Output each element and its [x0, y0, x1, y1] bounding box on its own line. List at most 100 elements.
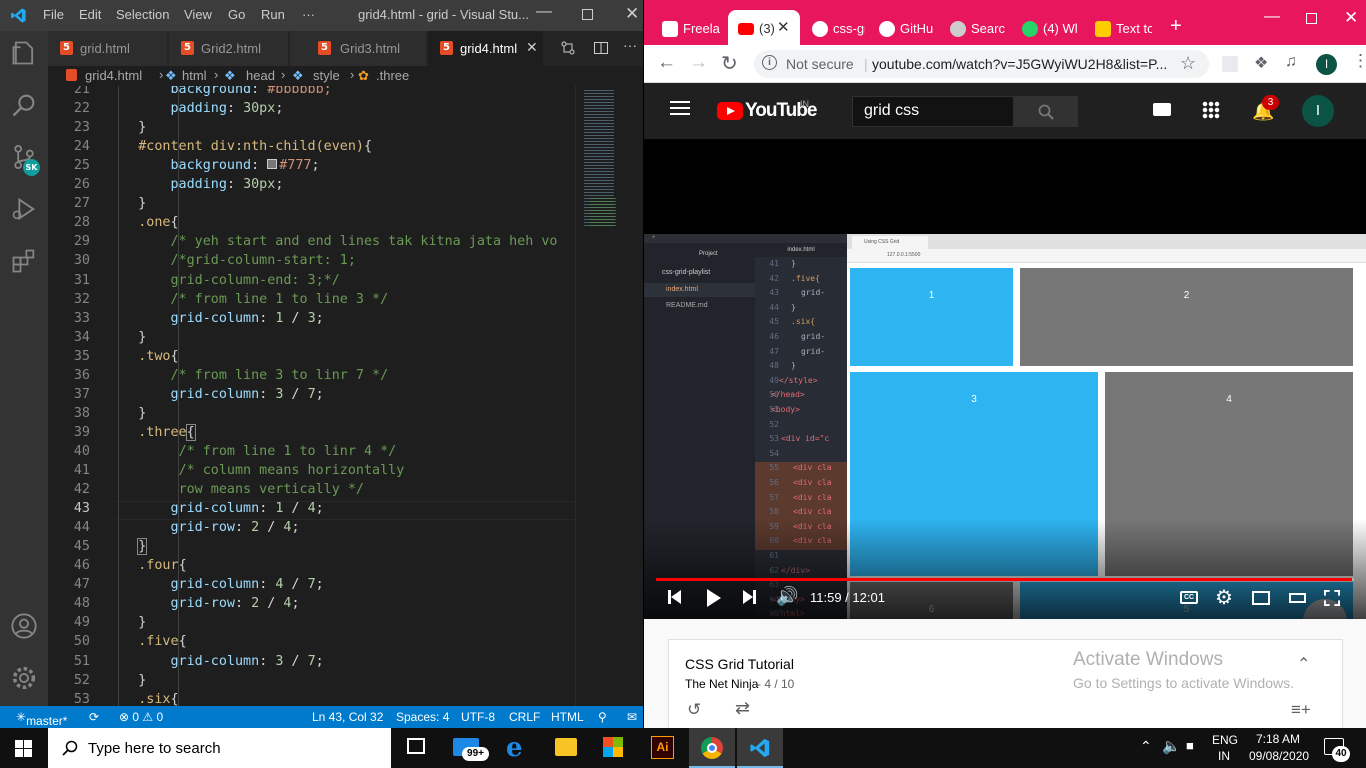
loop-icon[interactable]: ↺ — [687, 700, 701, 720]
code-line[interactable]: grid-column: 3 / 7; — [106, 654, 324, 669]
problems-status[interactable]: ⊗ 0 ⚠ 0 — [119, 710, 163, 724]
close-button[interactable]: ✕ — [1344, 8, 1358, 28]
youtube-search-button[interactable] — [1014, 96, 1078, 127]
address-bar[interactable]: i Not secure | youtube.com/watch?v=J5GWy… — [754, 50, 1209, 78]
extensions-icon[interactable] — [10, 247, 38, 275]
tab-grid3-html[interactable]: 5 Grid3.html — [290, 31, 427, 66]
extensions-puzzle-icon[interactable]: ❖ — [1254, 53, 1268, 73]
youtube-search-input[interactable]: grid css — [852, 96, 1014, 127]
input-language[interactable]: ENG — [1212, 733, 1238, 747]
tab-close-icon[interactable]: ✕ — [526, 39, 538, 56]
apps-grid-icon[interactable] — [1202, 101, 1220, 119]
tab-grid4-html[interactable]: 5 grid4.html ✕ — [428, 31, 544, 66]
tab-youtube[interactable]: (3) ✕ — [728, 10, 800, 45]
illustrator-icon[interactable]: Ai — [651, 736, 674, 759]
breadcrumb-file[interactable]: grid4.html — [85, 68, 142, 83]
encoding-status[interactable]: UTF-8 — [461, 710, 495, 724]
code-line[interactable]: padding: 30px; — [106, 177, 284, 192]
code-line[interactable]: padding: 30px; — [106, 101, 284, 116]
maximize-button[interactable] — [1306, 13, 1317, 24]
tab-freelancer[interactable]: Freela — [652, 14, 728, 44]
sync-icon[interactable]: ⟳ — [89, 710, 99, 724]
code-line[interactable]: .three{ — [106, 423, 196, 441]
clock-time[interactable]: 7:18 AM — [1256, 732, 1300, 746]
explorer-icon[interactable] — [10, 39, 38, 67]
media-control-icon[interactable]: ♫ — [1285, 53, 1297, 71]
code-line[interactable]: /* from line 1 to linr 4 */ — [106, 444, 397, 459]
task-view-icon[interactable] — [407, 738, 425, 754]
theater-mode-icon[interactable] — [1289, 593, 1306, 603]
tab-github[interactable]: GitHu — [869, 14, 939, 44]
chrome-taskbar-button[interactable] — [689, 728, 735, 768]
menu-view[interactable]: View — [184, 7, 212, 22]
indentation-status[interactable]: Spaces: 4 — [396, 710, 449, 724]
tab-css-grid[interactable]: css-gr — [802, 14, 868, 44]
accounts-icon[interactable] — [10, 612, 38, 640]
menu-more[interactable]: ··· — [302, 7, 315, 22]
user-avatar[interactable]: I — [1302, 95, 1334, 127]
next-icon[interactable] — [743, 590, 753, 604]
miniplayer-icon[interactable] — [1252, 591, 1270, 605]
cursor-position[interactable]: Ln 43, Col 32 — [312, 710, 383, 724]
settings-gear-icon[interactable]: ⚙ — [1215, 585, 1233, 610]
code-line[interactable]: /*grid-column-start: 1; — [106, 253, 356, 268]
taskbar-search-box[interactable]: Type here to search — [48, 728, 391, 768]
vscode-taskbar-button[interactable] — [737, 728, 783, 768]
extension-icon[interactable] — [1222, 56, 1238, 72]
eol-status[interactable]: CRLF — [509, 710, 540, 724]
code-line[interactable]: } — [106, 196, 146, 211]
info-icon[interactable]: i — [762, 55, 777, 70]
code-line[interactable]: #content div:nth-child(even){ — [106, 139, 372, 154]
youtube-logo-icon[interactable] — [717, 102, 743, 120]
tab-whatsapp[interactable]: (4) Wl — [1012, 14, 1084, 44]
code-line[interactable]: .two{ — [106, 349, 178, 364]
menu-edit[interactable]: Edit — [79, 7, 101, 22]
branch-status[interactable]: ✳ master* — [16, 710, 67, 728]
maximize-button[interactable] — [582, 9, 593, 20]
new-tab-button[interactable]: + — [1170, 15, 1182, 38]
code-line[interactable]: background: #777; — [106, 158, 320, 173]
tab-search[interactable]: Searcl — [940, 14, 1010, 44]
forward-arrow-icon[interactable]: → — [689, 52, 708, 74]
playlist-panel[interactable]: CSS Grid Tutorial The Net Ninja - 4 / 10… — [668, 639, 1343, 728]
code-line[interactable]: /* from line 3 to linr 7 */ — [106, 368, 389, 383]
code-line[interactable]: .six{ — [106, 692, 178, 706]
split-editor-icon[interactable] — [593, 40, 609, 56]
code-line[interactable]: row means vertically */ — [106, 482, 364, 497]
tab-grid-html[interactable]: 5 grid.html — [48, 31, 168, 66]
tab-grid2-html[interactable]: 5 Grid2.html — [169, 31, 289, 66]
security-label[interactable]: Not secure — [786, 56, 854, 72]
profile-avatar[interactable]: I — [1316, 54, 1337, 75]
code-line[interactable]: } — [106, 538, 148, 556]
minimize-button[interactable]: — — [536, 3, 552, 21]
notifications-icon[interactable]: ✉ — [627, 710, 637, 724]
language-mode[interactable]: HTML — [551, 710, 584, 724]
close-button[interactable]: ✕ — [625, 4, 639, 24]
menu-file[interactable]: File — [43, 7, 64, 22]
windows-start-icon[interactable] — [15, 740, 32, 757]
menu-run[interactable]: Run — [261, 7, 285, 22]
feedback-icon[interactable]: ⚲ — [598, 710, 607, 724]
create-video-icon[interactable] — [1153, 103, 1171, 116]
settings-gear-icon[interactable] — [10, 664, 38, 692]
code-line[interactable]: grid-row: 2 / 4; — [106, 596, 300, 611]
code-line[interactable]: /* from line 1 to line 3 */ — [106, 292, 389, 307]
input-region[interactable]: IN — [1218, 749, 1230, 763]
tab-close-icon[interactable]: ✕ — [777, 18, 790, 36]
edge-browser-icon[interactable]: e — [506, 733, 523, 763]
breadcrumb-three[interactable]: .three — [376, 68, 409, 83]
captions-icon[interactable]: CC — [1180, 591, 1198, 604]
fullscreen-icon[interactable] — [1324, 590, 1340, 606]
chevron-up-icon[interactable]: ⌃ — [1297, 654, 1310, 674]
show-hidden-icons-chevron-up-icon[interactable]: ⌃ — [1140, 738, 1152, 755]
code-line[interactable]: .one{ — [106, 215, 178, 230]
code-line[interactable]: } — [106, 673, 146, 688]
code-line[interactable]: grid-column: 4 / 7; — [106, 577, 324, 592]
search-icon[interactable] — [10, 91, 38, 119]
code-line[interactable]: grid-column: 1 / 4; — [106, 501, 324, 516]
code-line[interactable]: } — [106, 615, 146, 630]
minimize-button[interactable]: — — [1264, 8, 1280, 26]
minimap[interactable] — [575, 86, 643, 706]
hamburger-menu-icon[interactable] — [670, 101, 690, 103]
file-explorer-icon[interactable] — [555, 738, 577, 756]
